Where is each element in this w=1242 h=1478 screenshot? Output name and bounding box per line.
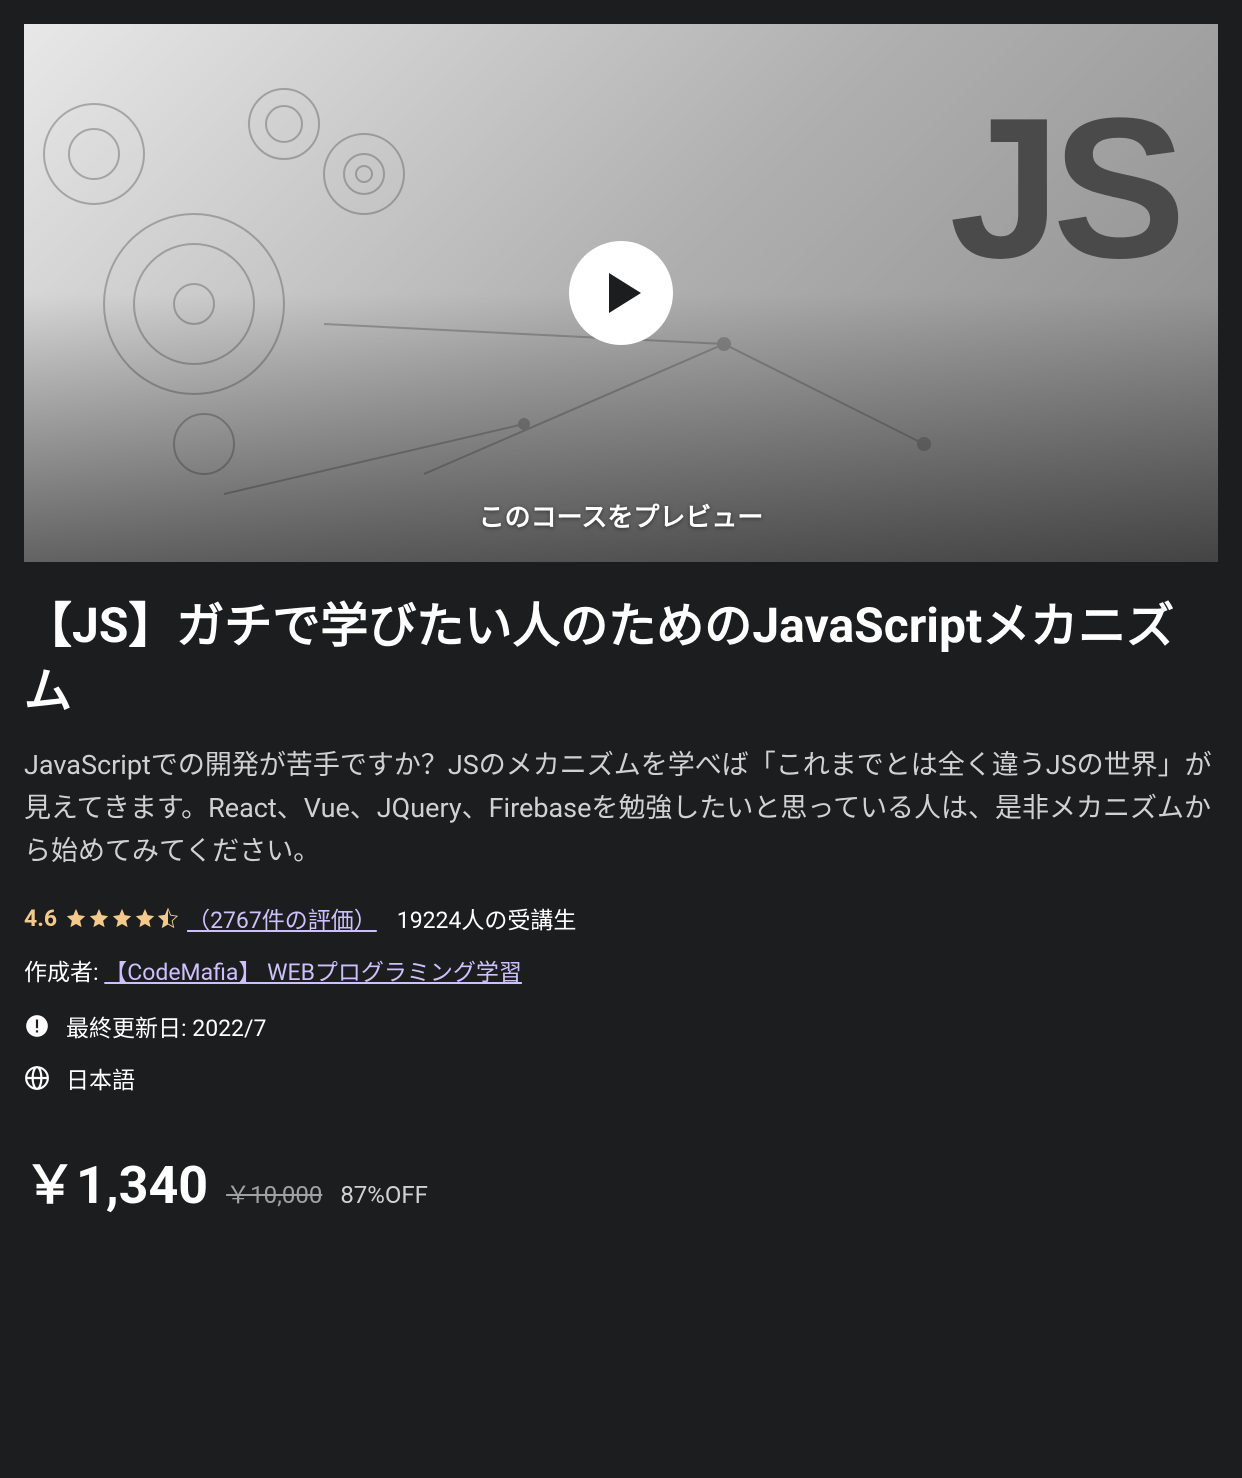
updated-row: 最終更新日: 2022/7 (24, 1009, 1218, 1043)
course-language: 日本語 (66, 1061, 135, 1095)
preview-label: このコースをプレビュー (24, 497, 1218, 534)
rating-stars (65, 907, 179, 929)
star-icon (134, 907, 156, 929)
badge-icon (24, 1013, 50, 1039)
author-row: 作成者: 【CodeMafia】 WEBプログラミング学習 (24, 953, 1218, 987)
students-count: 19224人の受講生 (397, 901, 577, 935)
author-label: 作成者: (24, 959, 99, 986)
course-title: 【JS】ガチで学びたい人のためのJavaScriptメカニズム (24, 594, 1218, 724)
language-row: 日本語 (24, 1061, 1218, 1095)
price-row: ￥1,340 ￥10,000 87%OFF (24, 1143, 1218, 1218)
globe-icon (24, 1065, 50, 1091)
star-icon (88, 907, 110, 929)
play-button[interactable] (569, 241, 673, 345)
course-preview[interactable]: JS このコースをプレビュー (24, 24, 1218, 562)
play-icon (609, 273, 641, 313)
rating-row: 4.6 （2767件の評価） 19224人の受講生 (24, 901, 1218, 935)
reviews-link[interactable]: （2767件の評価） (187, 901, 377, 935)
price-discount: 87%OFF (340, 1181, 428, 1209)
author-link[interactable]: 【CodeMafia】 WEBプログラミング学習 (104, 959, 522, 986)
price-current: ￥1,340 (24, 1143, 208, 1218)
star-icon (65, 907, 87, 929)
last-updated: 最終更新日: 2022/7 (66, 1009, 266, 1043)
rating-value: 4.6 (24, 905, 57, 932)
price-original: ￥10,000 (226, 1175, 322, 1210)
star-half-icon (157, 907, 179, 929)
star-icon (111, 907, 133, 929)
course-description: JavaScriptでの開発が苦手ですか？JSのメカニズムを学べば「これまでとは… (24, 744, 1218, 874)
